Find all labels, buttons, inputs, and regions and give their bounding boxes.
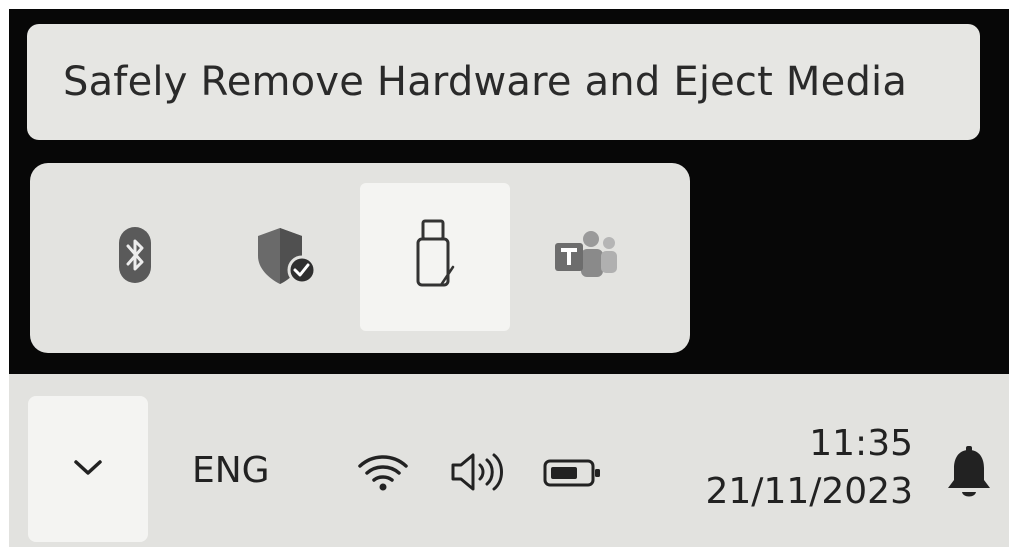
chevron-down-icon	[70, 455, 106, 483]
hidden-icons-flyout	[30, 163, 690, 353]
bluetooth-icon	[115, 225, 155, 289]
bell-icon[interactable]	[944, 444, 994, 504]
flyout-item-teams[interactable]	[510, 183, 660, 331]
usb-drive-eject-icon	[405, 217, 465, 297]
clock-time: 11:35	[809, 423, 913, 464]
tooltip: Safely Remove Hardware and Eject Media	[27, 24, 980, 140]
clock[interactable]: 11:35 21/11/2023	[706, 420, 914, 516]
flyout-item-security[interactable]	[210, 183, 360, 331]
battery-icon[interactable]	[542, 457, 604, 489]
windows-security-icon	[250, 222, 320, 292]
volume-icon[interactable]	[447, 449, 511, 495]
flyout-item-usb-eject[interactable]	[360, 183, 510, 331]
screenshot-frame: Safely Remove Hardware and Eject Media E…	[9, 9, 1009, 547]
flyout-item-bluetooth[interactable]	[60, 183, 210, 331]
show-hidden-icons-button[interactable]	[28, 396, 148, 542]
tooltip-text: Safely Remove Hardware and Eject Media	[63, 59, 908, 105]
taskbar: ENG 11:35 21/11/2023	[9, 374, 1009, 547]
clock-date: 21/11/2023	[705, 471, 914, 512]
input-language-indicator[interactable]: ENG	[192, 450, 270, 491]
wifi-icon[interactable]	[356, 452, 410, 494]
teams-icon	[547, 227, 623, 287]
